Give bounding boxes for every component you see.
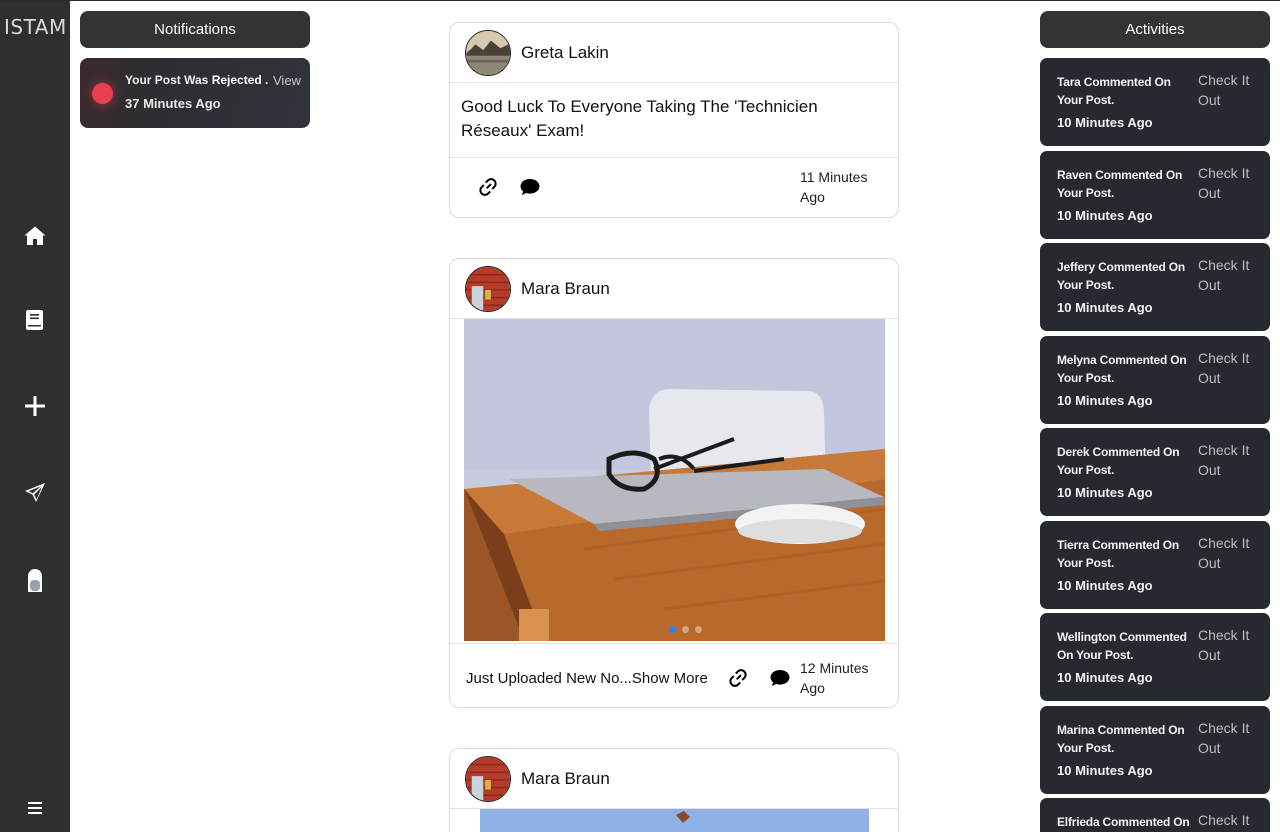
- notification-item[interactable]: Your Post Was Rejected . 37 Minutes Ago …: [80, 58, 310, 128]
- activity-time: 10 Minutes Ago: [1057, 300, 1153, 315]
- avatar[interactable]: [465, 756, 511, 802]
- check-it-out-link[interactable]: Check It Out: [1198, 440, 1260, 480]
- status-dot: [92, 83, 113, 104]
- carousel-dot[interactable]: [682, 626, 689, 633]
- home-icon[interactable]: [22, 223, 48, 249]
- check-it-out-link[interactable]: Check It Out: [1198, 718, 1260, 758]
- notifications-header: Notifications: [80, 11, 310, 48]
- check-it-out-link[interactable]: Check It Out: [1198, 348, 1260, 388]
- activity-time: 10 Minutes Ago: [1057, 763, 1153, 778]
- menu-icon[interactable]: [22, 795, 48, 821]
- check-it-out-link[interactable]: Check It Out: [1198, 255, 1260, 295]
- activity-time: 10 Minutes Ago: [1057, 208, 1153, 223]
- activity-text: Tierra Commented On Your Post.: [1057, 538, 1180, 570]
- notification-text: Your Post Was Rejected .: [125, 73, 269, 87]
- view-notification-link[interactable]: View: [273, 73, 301, 88]
- activity-text: Jeffery Commented On Your Post.: [1057, 260, 1186, 292]
- activity-item[interactable]: Tierra Commented On Your Post. 10 Minute…: [1040, 521, 1270, 609]
- activity-time: 10 Minutes Ago: [1057, 115, 1153, 130]
- book-icon[interactable]: [22, 307, 48, 333]
- sidebar: ISTAM: [0, 1, 70, 832]
- post-header: Greta Lakin: [450, 23, 898, 83]
- activity-text: Wellington Commented On Your Post.: [1057, 630, 1187, 662]
- post-header: Mara Braun: [450, 749, 898, 809]
- avatar[interactable]: [465, 266, 511, 312]
- avatar-icon[interactable]: [22, 567, 48, 593]
- carousel-dots[interactable]: [669, 626, 702, 633]
- activity-text: Elfrieda Commented On: [1057, 815, 1190, 829]
- post-header: Mara Braun: [450, 259, 898, 319]
- show-more-link[interactable]: Show More: [632, 670, 708, 687]
- post-author[interactable]: Mara Braun: [521, 279, 610, 299]
- carousel-dot[interactable]: [669, 626, 676, 633]
- post-footer: Just Uploaded New No...Show More 12 Minu…: [450, 643, 898, 707]
- activity-text: Derek Commented On Your Post.: [1057, 445, 1180, 477]
- check-it-out-link[interactable]: Check It Out: [1198, 70, 1260, 110]
- activity-text: Raven Commented On Your Post.: [1057, 168, 1183, 200]
- post-image[interactable]: [480, 809, 869, 832]
- activity-item[interactable]: Marina Commented On Your Post. 10 Minute…: [1040, 706, 1270, 794]
- brand-logo[interactable]: ISTAM: [4, 15, 67, 39]
- activity-item[interactable]: Wellington Commented On Your Post. 10 Mi…: [1040, 613, 1270, 701]
- post-time: 11 Minutes Ago: [800, 169, 868, 205]
- comment-icon[interactable]: [768, 666, 792, 690]
- activity-item[interactable]: Melyna Commented On Your Post. 10 Minute…: [1040, 336, 1270, 424]
- check-it-out-link[interactable]: Check It Out: [1198, 533, 1260, 573]
- activity-text: Marina Commented On Your Post.: [1057, 723, 1185, 755]
- post-author[interactable]: Mara Braun: [521, 769, 610, 789]
- link-icon[interactable]: [476, 175, 500, 199]
- activity-text: Melyna Commented On Your Post.: [1057, 353, 1187, 385]
- activity-item[interactable]: Raven Commented On Your Post. 10 Minutes…: [1040, 151, 1270, 239]
- post-image[interactable]: [464, 319, 885, 641]
- activity-time: 10 Minutes Ago: [1057, 670, 1153, 685]
- post-footer: 11 Minutes Ago: [450, 158, 898, 217]
- feed-post: Mara Braun: [449, 258, 899, 708]
- activity-item[interactable]: Derek Commented On Your Post. 10 Minutes…: [1040, 428, 1270, 516]
- avatar[interactable]: [465, 30, 511, 76]
- activity-text: Tara Commented On Your Post.: [1057, 75, 1171, 107]
- check-it-out-link[interactable]: Check It Out: [1198, 163, 1260, 203]
- post-caption: Just Uploaded New No...Show More: [466, 670, 708, 687]
- send-icon[interactable]: [22, 480, 48, 506]
- feed-post: Greta Lakin Good Luck To Everyone Taking…: [449, 22, 899, 218]
- activity-item[interactable]: Elfrieda Commented On Check It: [1040, 798, 1270, 832]
- feed-post: Mara Braun: [449, 748, 899, 832]
- post-author[interactable]: Greta Lakin: [521, 43, 609, 63]
- link-icon[interactable]: [726, 666, 750, 690]
- check-it-out-link[interactable]: Check It: [1198, 810, 1260, 830]
- post-time: 12 Minutes Ago: [800, 660, 869, 696]
- notification-time: 37 Minutes Ago: [125, 96, 221, 111]
- activities-header: Activities: [1040, 11, 1270, 48]
- activity-item[interactable]: Tara Commented On Your Post. 10 Minutes …: [1040, 58, 1270, 146]
- plus-icon[interactable]: [22, 393, 48, 419]
- activity-time: 10 Minutes Ago: [1057, 393, 1153, 408]
- activity-item[interactable]: Jeffery Commented On Your Post. 10 Minut…: [1040, 243, 1270, 331]
- carousel-dot[interactable]: [695, 626, 702, 633]
- activity-time: 10 Minutes Ago: [1057, 578, 1153, 593]
- activity-time: 10 Minutes Ago: [1057, 485, 1153, 500]
- comment-icon[interactable]: [518, 175, 542, 199]
- post-text: Good Luck To Everyone Taking The 'Techni…: [450, 83, 898, 158]
- check-it-out-link[interactable]: Check It Out: [1198, 625, 1260, 665]
